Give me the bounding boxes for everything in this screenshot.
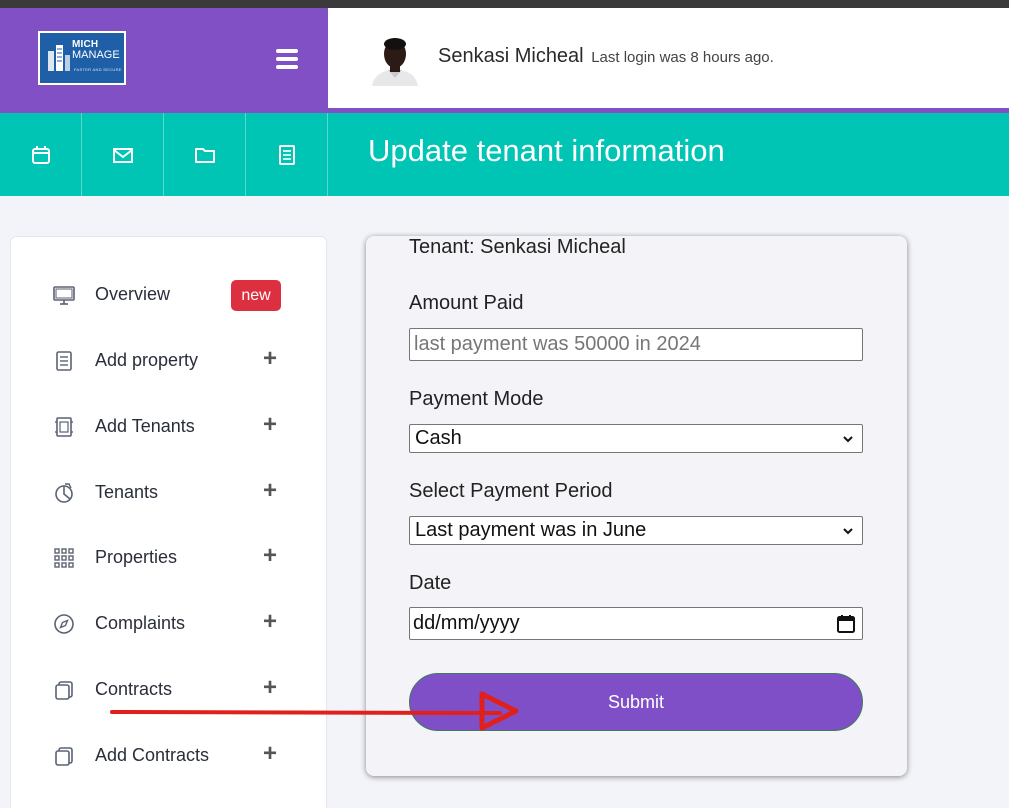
expand-plus-icon[interactable]: + <box>263 543 277 569</box>
sidebar-item-label: Tenants <box>95 482 159 502</box>
mail-button[interactable] <box>82 113 164 196</box>
expand-plus-icon[interactable]: + <box>263 741 277 767</box>
copy-icon <box>55 747 73 766</box>
document-button[interactable] <box>246 113 328 196</box>
payment-period-select[interactable]: Last payment was in June <box>409 516 863 545</box>
sidebar-item-properties[interactable]: Properties + <box>11 537 328 577</box>
sidebar-item-add-tenants[interactable]: Add Tenants + <box>11 406 328 446</box>
user-greeting: Senkasi Micheal Last login was 8 hours a… <box>438 45 774 68</box>
mail-icon <box>112 147 133 163</box>
payment-mode-label: Payment Mode <box>409 388 544 410</box>
building-logo-icon <box>48 45 70 71</box>
sidebar-item-label: Overview <box>95 284 171 304</box>
calendar-button[interactable] <box>0 113 82 196</box>
amount-label: Amount Paid <box>409 292 524 314</box>
compass-icon <box>54 614 74 634</box>
new-badge: new <box>231 280 281 311</box>
sidebar-item-label: Add Tenants <box>95 416 195 436</box>
sidebar-item-overview[interactable]: Overview new <box>11 274 328 314</box>
tenant-label: Tenant: Senkasi Micheal <box>409 236 626 258</box>
sidebar-item-tenants[interactable]: Tenants + <box>11 472 328 512</box>
chevron-down-icon <box>843 436 853 443</box>
chevron-down-icon <box>843 528 853 535</box>
expand-plus-icon[interactable]: + <box>263 412 277 438</box>
date-placeholder: dd/mm/yyyy <box>413 612 520 634</box>
amount-paid-input[interactable] <box>409 328 863 361</box>
page-toolbar: Update tenant information <box>0 113 1009 196</box>
user-header: Senkasi Micheal Last login was 8 hours a… <box>328 8 1009 108</box>
monitor-icon <box>53 286 75 305</box>
document-icon <box>56 351 72 371</box>
payment-period-label: Select Payment Period <box>409 480 613 502</box>
date-input[interactable]: dd/mm/yyyy <box>409 607 863 640</box>
expand-plus-icon[interactable]: + <box>263 346 277 372</box>
document-icon <box>278 144 295 165</box>
logo-tagline: FASTER AND SECURE <box>74 67 122 72</box>
calendar-picker-icon[interactable] <box>836 614 856 634</box>
folder-button[interactable] <box>164 113 246 196</box>
tenant-card-icon <box>55 417 73 437</box>
payment-form-card: Tenant: Senkasi Micheal Amount Paid Paym… <box>366 236 907 776</box>
page-title: Update tenant information <box>368 133 725 168</box>
folder-icon <box>194 147 215 163</box>
pie-chart-icon <box>55 483 73 503</box>
calendar-icon <box>31 145 50 164</box>
sidebar-item-label: Add property <box>95 350 199 370</box>
expand-plus-icon[interactable]: + <box>263 675 277 701</box>
payment-mode-select[interactable]: Cash <box>409 424 863 453</box>
sidebar-item-add-contracts[interactable]: Add Contracts + <box>11 735 328 775</box>
grid-icon <box>54 548 74 568</box>
sidebar-item-add-property[interactable]: Add property + <box>11 340 328 380</box>
submit-button[interactable]: Submit <box>409 673 863 731</box>
avatar[interactable] <box>368 32 422 86</box>
sidebar-item-contracts[interactable]: Contracts + <box>11 669 328 709</box>
last-login-text: Last login was 8 hours ago. <box>591 49 774 66</box>
payment-mode-value: Cash <box>415 427 462 449</box>
sidebar-item-label: Add Contracts <box>95 745 210 765</box>
sidebar-item-label: Properties <box>95 547 178 567</box>
menu-toggle-icon[interactable] <box>276 49 298 69</box>
sidebar-item-label: Complaints <box>95 613 186 633</box>
sidebar-item-label: Contracts <box>95 679 173 699</box>
brand-panel: MICH MANAGE FASTER AND SECURE <box>0 8 328 113</box>
app-logo[interactable]: MICH MANAGE FASTER AND SECURE <box>38 31 126 85</box>
date-label: Date <box>409 572 452 594</box>
payment-period-value: Last payment was in June <box>415 519 647 541</box>
sidebar-item-complaints[interactable]: Complaints + <box>11 603 328 643</box>
user-name: Senkasi Micheal <box>438 45 584 67</box>
copy-icon <box>55 681 73 700</box>
window-top-strip <box>0 0 1009 8</box>
expand-plus-icon[interactable]: + <box>263 609 277 635</box>
sidebar-nav: Overview new Add property + Add Tenants … <box>10 236 327 808</box>
expand-plus-icon[interactable]: + <box>263 478 277 504</box>
logo-line2: MANAGE <box>72 49 120 61</box>
